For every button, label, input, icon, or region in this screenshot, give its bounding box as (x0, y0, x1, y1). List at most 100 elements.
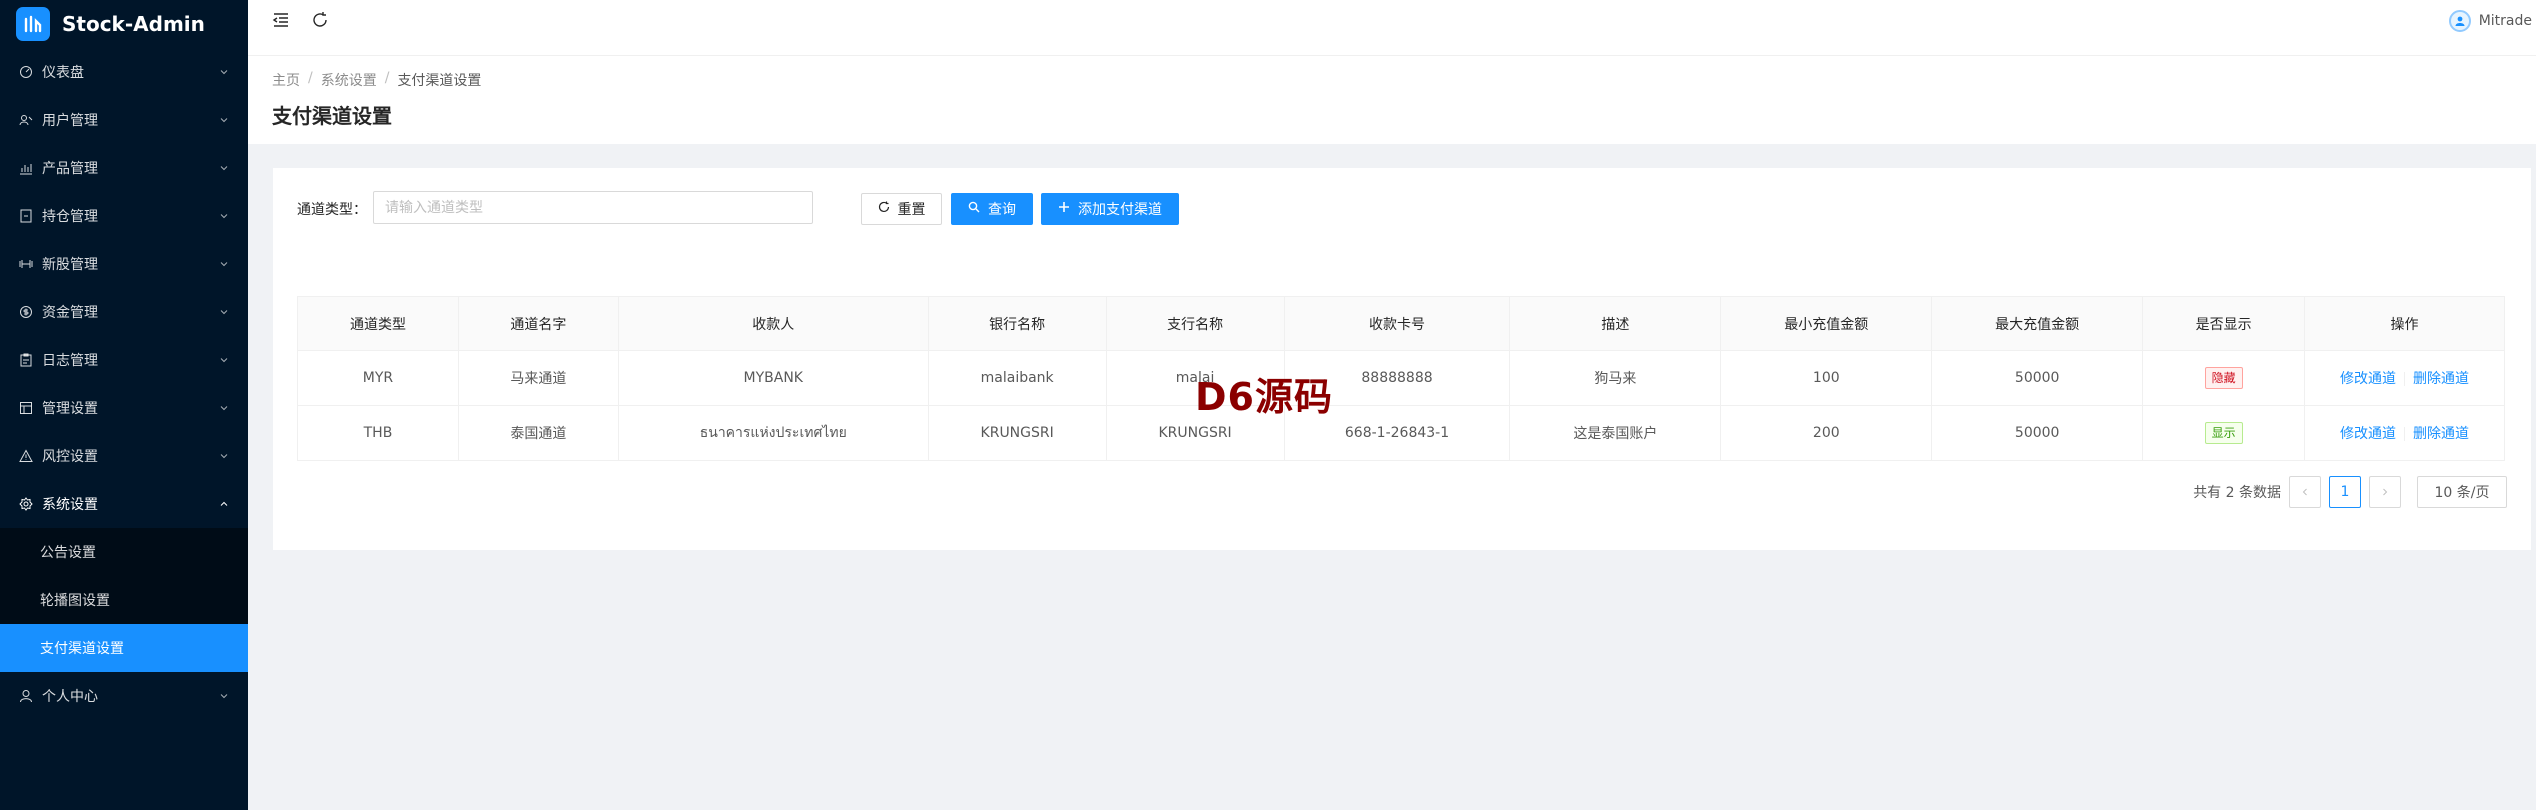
reset-button-label: 重置 (897, 202, 926, 218)
sidebar-item-label: 持仓管理 (42, 209, 98, 225)
edit-channel-link[interactable]: 修改通道 (2340, 426, 2396, 442)
prev-page-button[interactable] (2289, 476, 2321, 508)
sidebar-item-announcements[interactable]: 公告设置 (0, 528, 248, 576)
reset-button[interactable]: 重置 (861, 193, 942, 225)
watermark: D6源码 (1195, 375, 1333, 419)
page-number-button[interactable]: 1 (2329, 476, 2361, 508)
sidebar-item-label: 产品管理 (42, 161, 98, 177)
chevron-down-icon (218, 450, 230, 462)
sidebar-item-label: 系统设置 (42, 497, 98, 513)
sidebar-item-products[interactable]: 产品管理 (0, 144, 248, 192)
cell-payee: ธนาคารแห่งประเทศไทย (617, 405, 929, 461)
column-header: 通道类型 (297, 296, 459, 351)
query-button[interactable]: 查询 (951, 193, 1033, 225)
cell-actions: 修改通道 删除通道 (2304, 405, 2505, 461)
payment-channel-table: 通道类型 通道名字 收款人 银行名称 支行名称 收款卡号 描述 最小充值金额 最… (297, 296, 2505, 461)
sidebar-item-label: 轮播图设置 (40, 593, 110, 609)
bar-chart-icon (18, 160, 34, 176)
chevron-down-icon (218, 258, 230, 270)
dollar-circle-icon (18, 304, 34, 320)
chevron-left-icon (2302, 488, 2307, 496)
cell-bank-name: KRUNGSRI (927, 405, 1107, 461)
sidebar-item-dashboard[interactable]: 仪表盘 (0, 48, 248, 96)
sidebar-item-personal-center[interactable]: 个人中心 (0, 672, 248, 720)
breadcrumb-home[interactable]: 主页 (272, 70, 300, 90)
column-header: 收款卡号 (1283, 296, 1511, 351)
sidebar-item-label: 管理设置 (42, 401, 98, 417)
sidebar-item-label: 风控设置 (42, 449, 98, 465)
cell-visibility: 显示 (2142, 405, 2306, 461)
table-row: THB 泰国通道 ธนาคารแห่งประเทศไทย KRUNGSRI KR… (297, 405, 2505, 461)
chevron-down-icon (218, 210, 230, 222)
sidebar-item-risk[interactable]: 风控设置 (0, 432, 248, 480)
sidebar-item-label: 个人中心 (42, 689, 98, 705)
chevron-right-icon (2383, 488, 2388, 496)
avatar (2448, 10, 2471, 32)
cell-max-amount: 50000 (1931, 405, 2144, 461)
delete-channel-link[interactable]: 删除通道 (2413, 371, 2469, 387)
sidebar-item-label: 公告设置 (40, 545, 96, 561)
sidebar-item-positions[interactable]: 持仓管理 (0, 192, 248, 240)
sidebar-item-admin-settings[interactable]: 管理设置 (0, 384, 248, 432)
sidebar-item-payment-channels[interactable]: 支付渠道设置 (0, 624, 248, 672)
sidebar-item-users[interactable]: 用户管理 (0, 96, 248, 144)
edit-channel-link[interactable]: 修改通道 (2340, 371, 2396, 387)
table-icon (18, 400, 34, 416)
add-channel-button[interactable]: 添加支付渠道 (1041, 193, 1179, 225)
app-title: Stock-Admin (62, 12, 205, 36)
breadcrumb-separator: / (384, 70, 390, 86)
cell-channel-type: THB (297, 405, 459, 461)
breadcrumb-system-settings[interactable]: 系统设置 (321, 70, 377, 90)
sidebar-item-carousel[interactable]: 轮播图设置 (0, 576, 248, 624)
plus-icon (1058, 201, 1070, 217)
logo[interactable]: Stock-Admin (0, 0, 248, 48)
sidebar: Stock-Admin 仪表盘 用户管理 产品管理 持仓管理 新股管理 资金管理… (0, 0, 248, 810)
status-badge: 隐藏 (2204, 367, 2243, 389)
chevron-down-icon (218, 114, 230, 126)
column-header: 最大充值金额 (1931, 296, 2144, 351)
page-header: 主页 / 系统设置 / 支付渠道设置 支付渠道设置 (248, 56, 2536, 144)
sidebar-item-system-settings[interactable]: 系统设置 (0, 480, 248, 528)
column-header: 是否显示 (2142, 296, 2306, 351)
chevron-down-icon (218, 354, 230, 366)
cell-max-amount: 50000 (1931, 350, 2144, 406)
sidebar-item-funds[interactable]: 资金管理 (0, 288, 248, 336)
clipboard-icon (18, 352, 34, 368)
system-settings-submenu: 公告设置 轮播图设置 支付渠道设置 (0, 528, 248, 672)
cell-description: 狗马来 (1509, 350, 1722, 406)
chevron-up-icon (218, 498, 230, 510)
menu-fold-icon[interactable] (272, 11, 290, 29)
reload-icon[interactable] (311, 11, 329, 29)
chevron-down-icon (218, 162, 230, 174)
cell-payee: MYBANK (617, 350, 929, 406)
sidebar-menu: 仪表盘 用户管理 产品管理 持仓管理 新股管理 资金管理 日志管理 管理设置 风… (0, 48, 248, 720)
delete-channel-link[interactable]: 删除通道 (2413, 426, 2469, 442)
chevron-down-icon (218, 402, 230, 414)
sidebar-item-ipo[interactable]: 新股管理 (0, 240, 248, 288)
action-divider (2404, 427, 2406, 441)
action-divider (2404, 372, 2406, 386)
status-badge: 显示 (2204, 422, 2243, 444)
cell-channel-name: 泰国通道 (457, 405, 619, 461)
next-page-button[interactable] (2369, 476, 2401, 508)
channel-type-input[interactable] (373, 191, 813, 224)
dumbbell-icon (18, 256, 34, 272)
page-size-select[interactable]: 10 条/页 (2417, 476, 2507, 508)
breadcrumb-current: 支付渠道设置 (397, 73, 482, 89)
sidebar-item-label: 日志管理 (42, 353, 98, 369)
query-button-label: 查询 (988, 202, 1016, 218)
column-header: 收款人 (617, 296, 929, 351)
person-icon (18, 688, 34, 704)
pagination: 共有 2 条数据 1 10 条/页 (2193, 476, 2507, 508)
sidebar-item-logs[interactable]: 日志管理 (0, 336, 248, 384)
breadcrumb: 主页 / 系统设置 / 支付渠道设置 (272, 70, 481, 90)
column-header: 支行名称 (1105, 296, 1285, 351)
top-header: Mitrade (248, 0, 2536, 56)
user-menu[interactable]: Mitrade (2448, 10, 2532, 32)
sidebar-item-label: 资金管理 (42, 305, 98, 321)
chevron-down-icon (218, 66, 230, 78)
logo-icon (16, 7, 50, 41)
column-header: 银行名称 (927, 296, 1107, 351)
content-card: 通道类型： 重置 查询 添加支付渠道 通道类型 通道名字 收款人 银行名称 支行… (273, 168, 2531, 550)
table-header-row: 通道类型 通道名字 收款人 银行名称 支行名称 收款卡号 描述 最小充值金额 最… (297, 296, 2505, 351)
